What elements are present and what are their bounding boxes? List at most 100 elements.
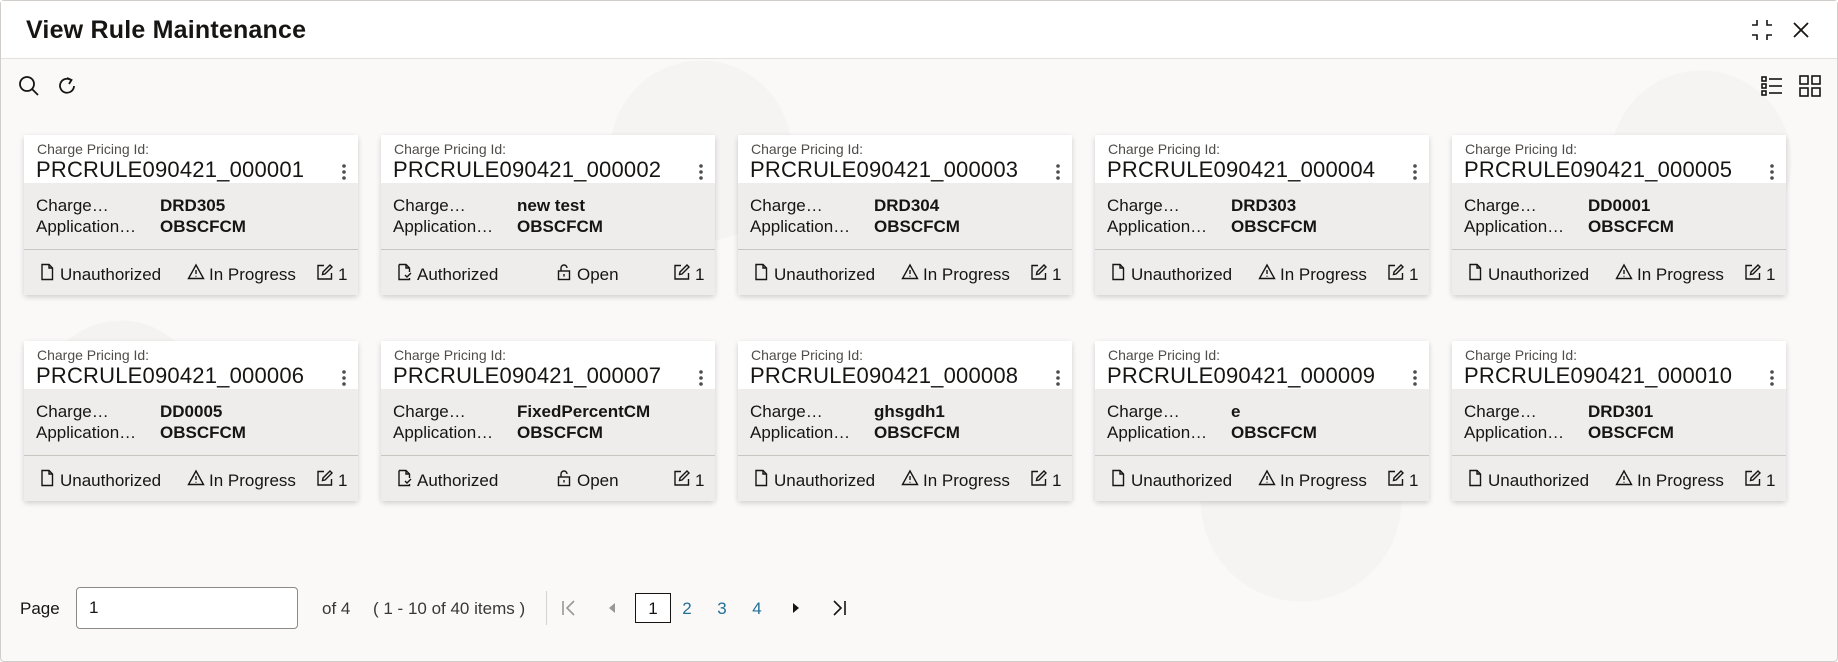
rule-card[interactable]: Charge Pricing Id: PRCRULE090421_000008 Ch… — [738, 341, 1072, 501]
modification-count: 1 — [1744, 263, 1775, 286]
record-status: In Progress — [187, 469, 296, 492]
modification-count-text: 1 — [338, 470, 348, 490]
pager-divider — [546, 591, 547, 625]
application-field-value: OBSCFCM — [874, 217, 960, 236]
charge-field-value: DRD301 — [1588, 402, 1654, 421]
charge-field-label: Charge… — [750, 402, 823, 421]
page-number-input[interactable] — [76, 587, 298, 629]
grid-view-icon[interactable] — [1797, 73, 1823, 99]
authorization-status-text: Unauthorized — [774, 264, 876, 284]
record-status: Open — [555, 469, 619, 492]
card-header: Charge Pricing Id: PRCRULE090421_000002 — [381, 135, 715, 183]
rule-card[interactable]: Charge Pricing Id: PRCRULE090421_000007 Ch… — [381, 341, 715, 501]
authorization-status-text: Authorized — [417, 264, 499, 284]
charge-pricing-id-label-text: Charge Pricing Id — [37, 347, 146, 363]
rule-card[interactable]: Charge Pricing Id: PRCRULE090421_000009 Ch… — [1095, 341, 1429, 501]
first-page-icon[interactable] — [558, 597, 580, 619]
page-button-4[interactable]: 4 — [746, 594, 768, 624]
document-icon — [752, 469, 770, 492]
modification-count: 1 — [1387, 263, 1418, 286]
more-actions-icon[interactable] — [333, 161, 355, 183]
rule-card[interactable]: Charge Pricing Id: PRCRULE090421_000004 Ch… — [1095, 135, 1429, 295]
modification-count-text: 1 — [1409, 264, 1419, 284]
rule-card[interactable]: Charge Pricing Id: PRCRULE090421_000005 Ch… — [1452, 135, 1786, 295]
page-button-1[interactable]: 1 — [635, 593, 671, 623]
authorization-status: Unauthorized — [1109, 469, 1232, 492]
document-icon — [1109, 263, 1127, 286]
record-status-text: In Progress — [209, 470, 296, 490]
warning-icon — [1615, 263, 1633, 286]
card-header: Charge Pricing Id: PRCRULE090421_000001 — [24, 135, 358, 183]
edit-icon — [1744, 469, 1762, 492]
card-status-bar: Authorized Open 1 — [381, 455, 715, 501]
charge-pricing-id-label: Charge Pricing Id: — [1465, 347, 1577, 363]
modification-count: 1 — [673, 469, 704, 492]
charge-pricing-id-label: Charge Pricing Id: — [394, 141, 506, 157]
application-field-value: OBSCFCM — [1588, 217, 1674, 236]
page-button-2[interactable]: 2 — [676, 594, 698, 624]
record-status-text: Open — [577, 264, 619, 284]
previous-page-icon[interactable] — [601, 597, 623, 619]
authorization-status: Authorized — [395, 469, 498, 492]
charge-pricing-id-label: Charge Pricing Id: — [37, 141, 149, 157]
charge-pricing-id-label-text: Charge Pricing Id — [1108, 347, 1217, 363]
more-actions-icon[interactable] — [1404, 367, 1426, 389]
more-actions-icon[interactable] — [690, 367, 712, 389]
rule-card[interactable]: Charge Pricing Id: PRCRULE090421_000010 Ch… — [1452, 341, 1786, 501]
unlock-icon — [555, 469, 573, 492]
authorization-status: Unauthorized — [1109, 263, 1232, 286]
card-details: Charge… new test Application… OBSCFCM — [381, 183, 715, 249]
document-icon — [752, 263, 770, 286]
modification-count: 1 — [1030, 469, 1061, 492]
charge-pricing-id-label: Charge Pricing Id: — [751, 347, 863, 363]
warning-icon — [901, 263, 919, 286]
page-button-3[interactable]: 3 — [711, 594, 733, 624]
authorization-status: Authorized — [395, 263, 498, 286]
charge-pricing-id-label: Charge Pricing Id: — [37, 347, 149, 363]
rule-card[interactable]: Charge Pricing Id: PRCRULE090421_000002 Ch… — [381, 135, 715, 295]
record-status-text: In Progress — [923, 470, 1010, 490]
record-status: In Progress — [1258, 469, 1367, 492]
charge-pricing-id-label-text: Charge Pricing Id — [394, 347, 503, 363]
rule-card[interactable]: Charge Pricing Id: PRCRULE090421_000006 Ch… — [24, 341, 358, 501]
search-icon[interactable] — [16, 73, 42, 99]
card-status-bar: Unauthorized In Progress 1 — [738, 249, 1072, 295]
more-actions-icon[interactable] — [1761, 161, 1783, 183]
next-page-icon[interactable] — [785, 597, 807, 619]
authorization-status-text: Unauthorized — [1131, 470, 1233, 490]
close-icon[interactable] — [1787, 16, 1815, 44]
charge-field-value: DRD303 — [1231, 196, 1297, 215]
charge-field-value: DRD304 — [874, 196, 940, 215]
charge-field-label: Charge… — [36, 196, 109, 215]
minimize-icon[interactable] — [1748, 16, 1776, 44]
more-actions-icon[interactable] — [1047, 367, 1069, 389]
charge-field-label: Charge… — [393, 196, 466, 215]
more-actions-icon[interactable] — [1404, 161, 1426, 183]
more-actions-icon[interactable] — [690, 161, 712, 183]
charge-field-value: DD0005 — [160, 402, 223, 421]
charge-pricing-id-label-text: Charge Pricing Id — [751, 347, 860, 363]
more-actions-icon[interactable] — [333, 367, 355, 389]
charge-pricing-id-value: PRCRULE090421_000007 — [393, 363, 662, 388]
card-header: Charge Pricing Id: PRCRULE090421_000008 — [738, 341, 1072, 389]
charge-pricing-id-label: Charge Pricing Id: — [394, 347, 506, 363]
more-actions-icon[interactable] — [1047, 161, 1069, 183]
card-details: Charge… DRD305 Application… OBSCFCM — [24, 183, 358, 249]
last-page-icon[interactable] — [828, 597, 850, 619]
page-count-text: of 4 — [322, 599, 351, 618]
authorization-status-text: Unauthorized — [774, 470, 876, 490]
card-details: Charge… DRD304 Application… OBSCFCM — [738, 183, 1072, 249]
card-details: Charge… FixedPercentCM Application… OBSCFCM — [381, 389, 715, 455]
edit-icon — [316, 263, 334, 286]
record-status-text: In Progress — [1637, 470, 1724, 490]
rule-card[interactable]: Charge Pricing Id: PRCRULE090421_000001 Ch… — [24, 135, 358, 295]
document-icon — [1466, 263, 1484, 286]
more-actions-icon[interactable] — [1761, 367, 1783, 389]
application-field-value: OBSCFCM — [160, 217, 246, 236]
rule-card[interactable]: Charge Pricing Id: PRCRULE090421_000003 Ch… — [738, 135, 1072, 295]
charge-pricing-id-label: Charge Pricing Id: — [1465, 141, 1577, 157]
label-colon: : — [1216, 141, 1221, 157]
list-view-icon[interactable] — [1759, 73, 1785, 99]
refresh-icon[interactable] — [54, 73, 80, 99]
application-field-label: Application… — [393, 423, 494, 442]
